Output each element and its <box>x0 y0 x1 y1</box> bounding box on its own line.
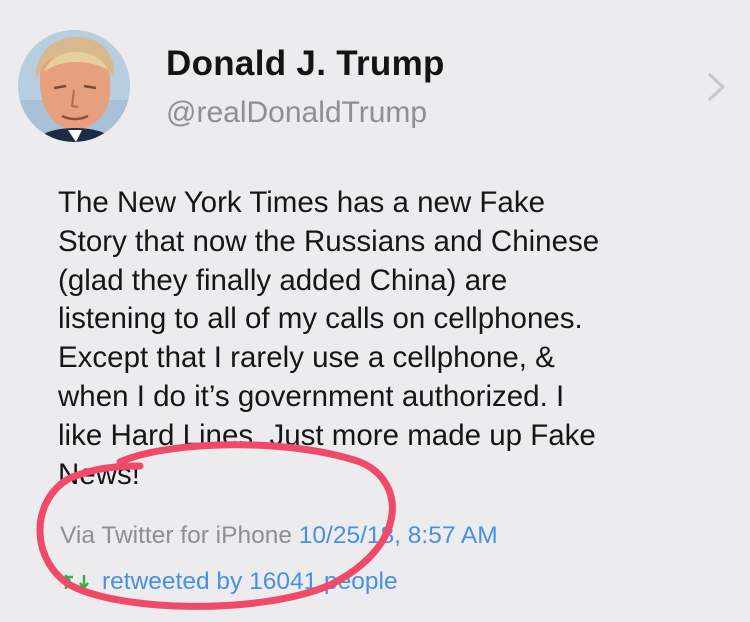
tweet-line: Except that I rarely use a cellphone, & <box>58 341 555 375</box>
display-name[interactable]: Donald J. Trump <box>166 44 445 84</box>
tweet-line: (glad they finally added China) are <box>58 263 508 297</box>
tweet-meta: Via Twitter for iPhone 10/25/18, 8:57 AM <box>60 522 498 550</box>
profile-photo <box>18 30 130 142</box>
retweet-text: retweeted by 16041 people <box>102 568 398 595</box>
timestamp[interactable]: 10/25/18, 8:57 AM <box>299 522 498 549</box>
tweet-line: when I do it’s government authorized. I <box>58 379 565 413</box>
chevron-right-icon[interactable] <box>704 72 730 102</box>
via-source: Via Twitter for iPhone <box>60 522 292 549</box>
avatar[interactable] <box>18 30 130 142</box>
tweet-line: News! <box>58 457 140 491</box>
tweet-text: The New York Times has a new Fake Story … <box>58 184 728 494</box>
tweet-line: listening to all of my calls on cellphon… <box>58 302 583 336</box>
user-handle[interactable]: @realDonaldTrump <box>166 96 427 130</box>
tweet-line: like Hard Lines. Just more made up Fake <box>58 418 596 452</box>
tweet-card: Donald J. Trump @realDonaldTrump The New… <box>0 0 750 622</box>
retweet-count[interactable]: retweeted by 16041 people <box>60 568 398 596</box>
tweet-line: Story that now the Russians and Chinese <box>58 224 600 258</box>
tweet-line: The New York Times has a new Fake <box>58 186 545 219</box>
retweet-icon <box>61 574 89 590</box>
